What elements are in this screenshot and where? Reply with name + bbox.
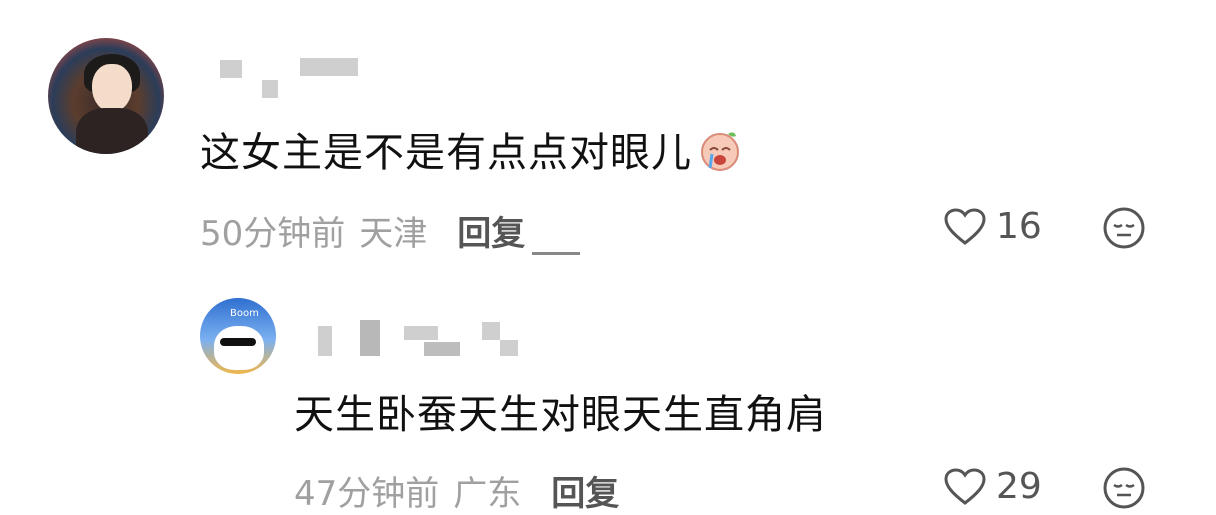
- crying-baby-emoji: [701, 132, 739, 171]
- reply-button[interactable]: 回复: [551, 474, 619, 514]
- comment-text: 这女主是不是有点点对眼儿: [200, 120, 742, 178]
- location: 广东: [453, 474, 522, 514]
- timestamp: 50分钟前: [200, 214, 346, 254]
- comment-item: 这女主是不是有点点对眼儿 50分钟前 天津 回复 16: [0, 0, 1216, 270]
- heart-icon: [944, 467, 986, 505]
- comment-meta: 50分钟前 天津 回复: [200, 206, 539, 255]
- reply-button[interactable]: 回复: [457, 214, 525, 254]
- like-button[interactable]: 16: [944, 206, 1042, 247]
- timestamp: 47分钟前: [294, 474, 440, 514]
- avatar[interactable]: Boom: [200, 298, 276, 374]
- avatar-badge-text: Boom: [230, 308, 259, 319]
- location: 天津: [359, 214, 428, 254]
- divider: [532, 252, 580, 255]
- heart-icon: [944, 207, 986, 245]
- like-button[interactable]: 29: [944, 466, 1042, 507]
- avatar[interactable]: [48, 38, 164, 154]
- comment-text: 天生卧蚕天生对眼天生直角肩: [294, 392, 827, 438]
- like-count: 29: [996, 466, 1042, 507]
- like-count: 16: [996, 206, 1042, 247]
- reply-item: Boom 天生卧蚕天生对眼天生直角肩 47分钟前 广东 回复 29: [0, 270, 1216, 515]
- neutral-face-icon[interactable]: [1102, 466, 1146, 510]
- neutral-face-icon[interactable]: [1102, 206, 1146, 250]
- comment-meta: 47分钟前 广东 回复: [294, 466, 633, 515]
